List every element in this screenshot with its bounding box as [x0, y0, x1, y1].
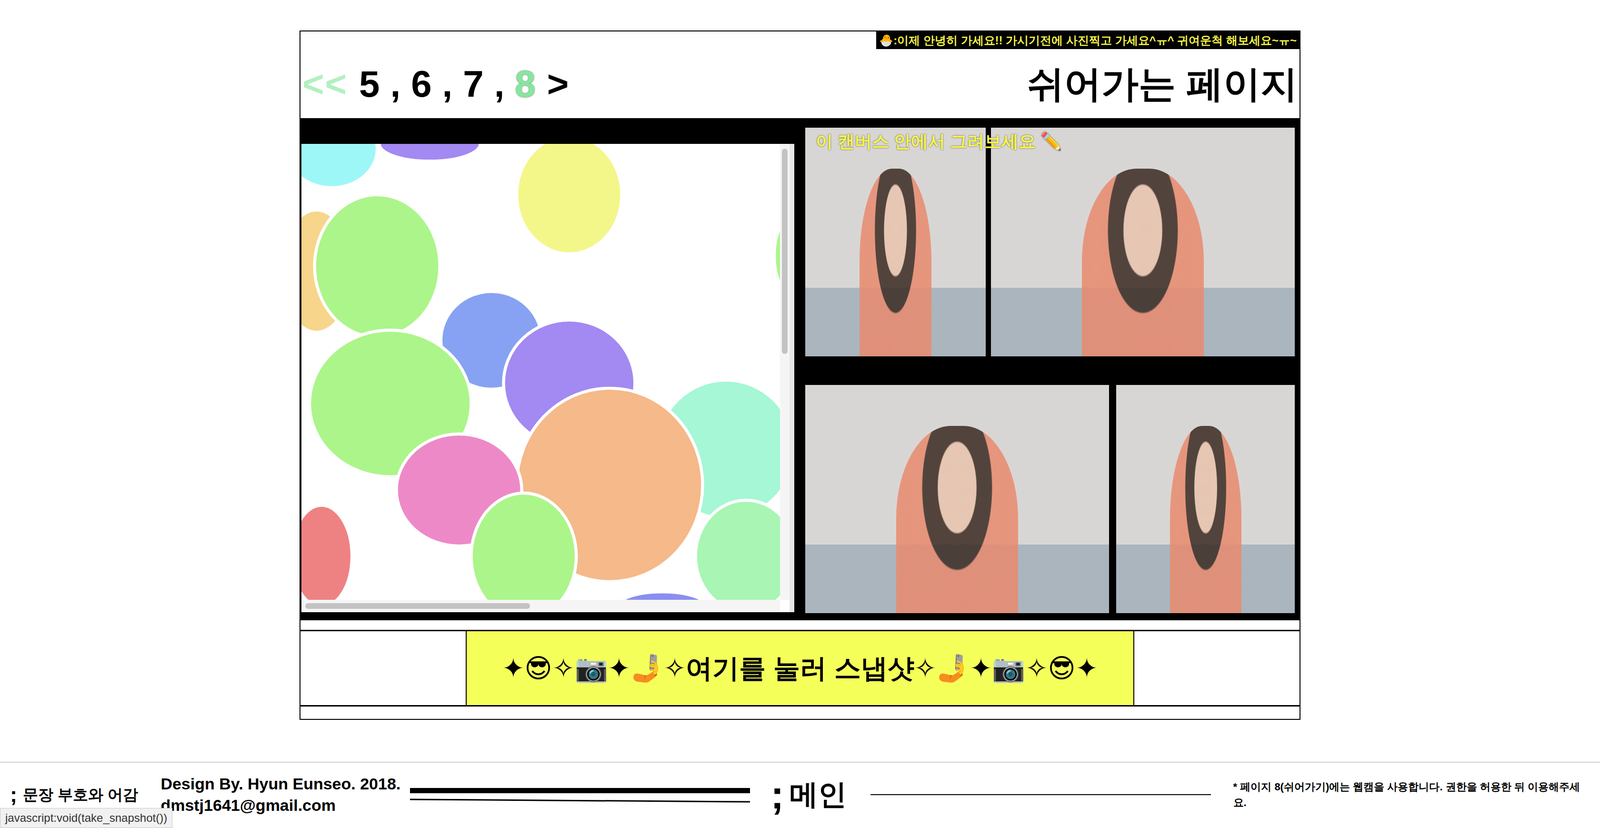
paint-blob	[301, 143, 378, 188]
canvas-column	[300, 118, 801, 620]
main-label[interactable]: 메인	[789, 772, 847, 816]
page-nav: <<5,6,7,8>	[302, 65, 570, 103]
thick-line	[410, 787, 750, 793]
footer-brand[interactable]: ; 문장 부호와 어감	[10, 778, 161, 810]
drawing-canvas[interactable]	[301, 143, 795, 612]
page-link[interactable]: 5	[359, 65, 381, 103]
webcam-notice: * 페이지 8(쉬어가기)에는 웹캠을 사용합니다. 권한을 허용한 뒤 이용해…	[1233, 778, 1600, 810]
main-mark-icon: ;	[770, 764, 784, 825]
paint-blob	[314, 194, 440, 338]
marquee-bar: 🐣:이제 안녕히 가세요!! 가시기전에 사진찍고 가세요^ㅠ^ 귀여운척 해보…	[876, 31, 1300, 50]
page-link[interactable]: 8	[514, 65, 537, 103]
snapshot-button[interactable]: ✦😎✧📷✦🤳✧여기를 눌러 스냅샷✧🤳✦📷✧😎✦	[465, 630, 1135, 705]
nav-separator: ,	[494, 65, 506, 103]
nav-separator: ,	[390, 65, 402, 103]
credit-email: dmstj1641@gmail.com	[160, 794, 410, 816]
horizontal-scrollbar[interactable]	[301, 599, 780, 612]
footer-lines	[410, 787, 750, 801]
paint-blob	[471, 492, 577, 612]
page-header: <<5,6,7,8> 쉬어가는 페이지	[300, 49, 1300, 119]
scroll-thumb[interactable]	[781, 148, 788, 354]
status-bar: javascript:void(take_snapshot())	[0, 807, 173, 828]
webcam-photo	[990, 127, 1295, 357]
credit-line: Design By. Hyun Eunseo. 2018.	[160, 772, 410, 794]
brand-name[interactable]: 문장 부호와 어감	[22, 782, 139, 806]
paint-blob	[301, 505, 352, 608]
footer-line	[870, 793, 1211, 795]
brand-mark-icon: ;	[10, 778, 18, 810]
webcam-photo	[805, 384, 1110, 613]
paint-blob	[516, 143, 622, 254]
photo-strip: 이 캔버스 안에서 그려보세요 ✏️	[805, 118, 1295, 620]
paint-blob	[379, 143, 480, 161]
vertical-scrollbar[interactable]	[780, 143, 790, 600]
thin-line	[410, 798, 750, 802]
main-link[interactable]: ; 메인	[770, 764, 871, 825]
snapshot-row: ✦😎✧📷✦🤳✧여기를 눌러 스냅샷✧🤳✦📷✧😎✦	[300, 629, 1300, 707]
stage: 이 캔버스 안에서 그려보세요 ✏️	[300, 118, 1300, 620]
webcam-photo	[805, 127, 986, 357]
footer: ; 문장 부호와 어감 Design By. Hyun Eunseo. 2018…	[0, 761, 1600, 826]
page-frame: 🐣:이제 안녕히 가세요!! 가시기전에 사진찍고 가세요^ㅠ^ 귀여운척 해보…	[299, 30, 1301, 720]
canvas-hint: 이 캔버스 안에서 그려보세요 ✏️	[815, 128, 1062, 155]
prev-link[interactable]: <<	[302, 65, 348, 103]
next-link[interactable]: >	[547, 65, 570, 103]
page-link[interactable]: 6	[410, 65, 433, 103]
paint-blob	[695, 500, 790, 612]
nav-separator: ,	[442, 65, 454, 103]
drawing-surface[interactable]	[301, 143, 790, 612]
page-link[interactable]: 7	[462, 65, 485, 103]
credit: Design By. Hyun Eunseo. 2018. dmstj1641@…	[160, 772, 410, 815]
webcam-photo	[1116, 384, 1295, 613]
scroll-thumb[interactable]	[305, 602, 530, 609]
page-title: 쉬어가는 페이지	[1027, 65, 1298, 103]
